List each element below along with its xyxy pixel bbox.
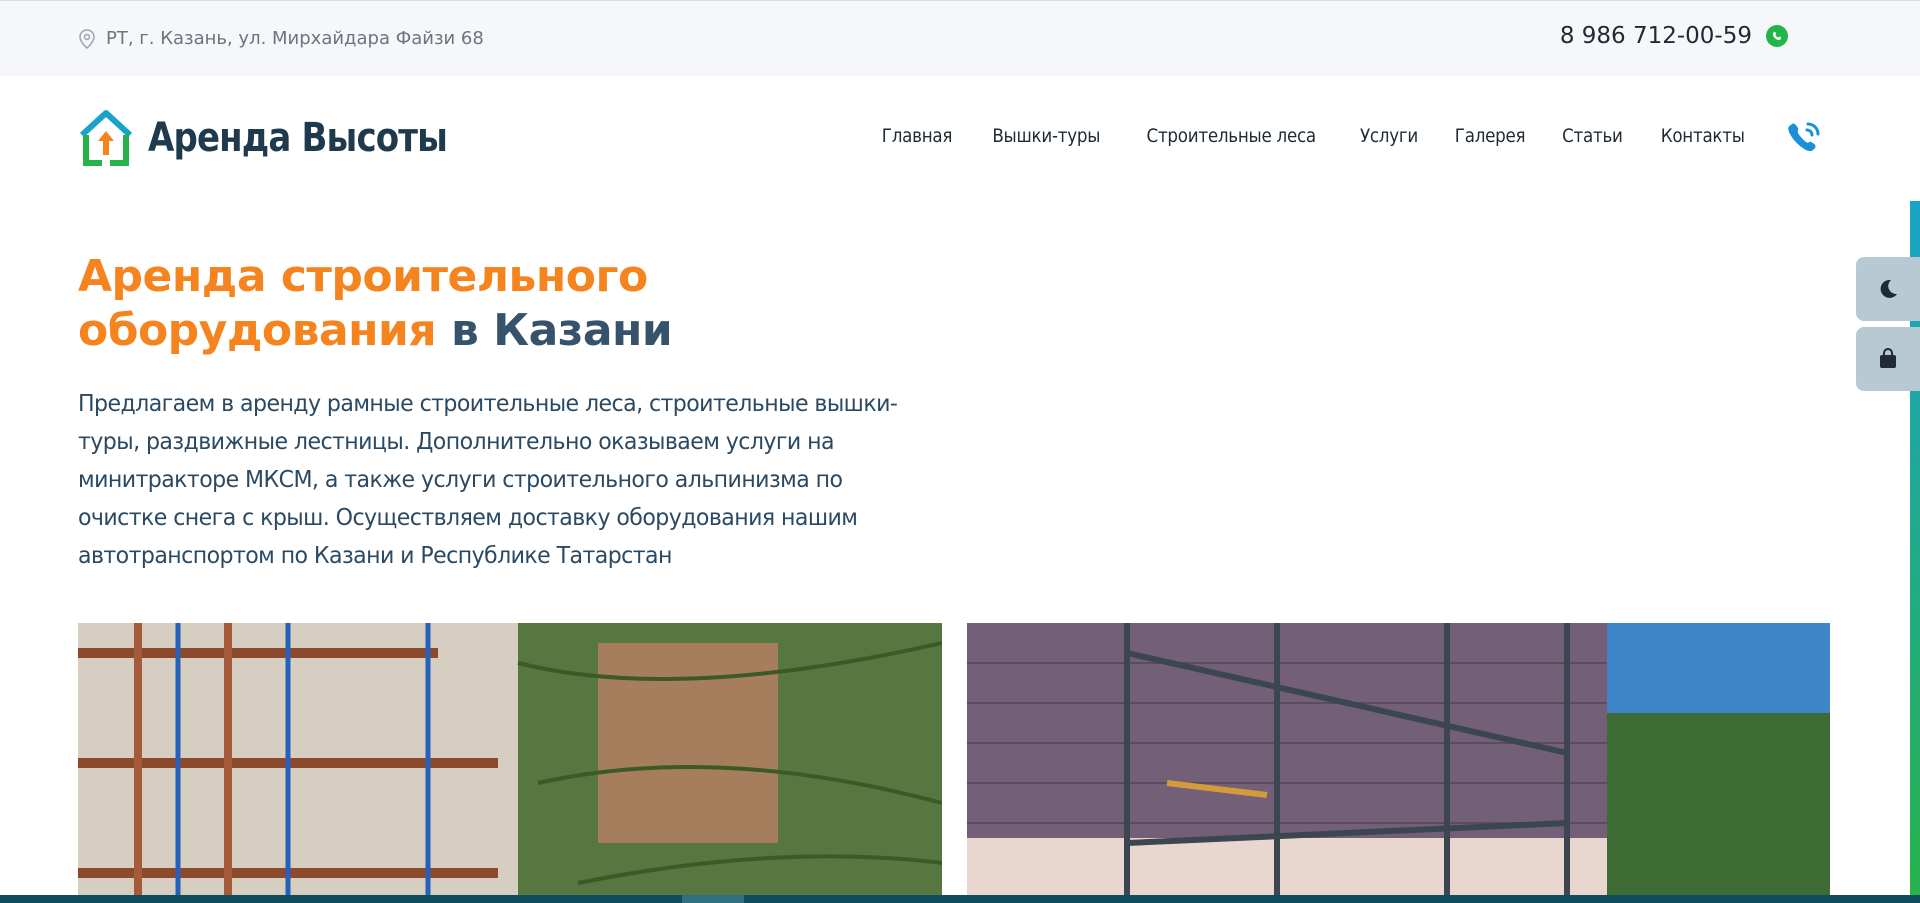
dark-mode-toggle[interactable] bbox=[1856, 257, 1920, 321]
address-text: РТ, г. Казань, ул. Мирхайдара Файзи 68 bbox=[106, 28, 484, 49]
nav-scaffolding[interactable]: Строительные леса bbox=[1147, 125, 1317, 147]
nav-gallery[interactable]: Галерея bbox=[1454, 125, 1525, 147]
hero-title: Аренда строительного оборудования в Каза… bbox=[78, 250, 673, 358]
roof-scaffolding-photo[interactable] bbox=[967, 623, 1830, 903]
hero-title-accent: оборудования bbox=[78, 305, 437, 356]
main-nav: Главная Вышки-туры Строительные леса Усл… bbox=[877, 125, 1750, 147]
moon-icon[interactable] bbox=[1877, 278, 1899, 300]
logo-text: Аренда Высоты bbox=[148, 115, 448, 161]
phone-number[interactable]: 8 986 712-00-59 bbox=[1560, 23, 1752, 49]
main-header: Аренда Высоты Главная Вышки-туры Строите… bbox=[0, 76, 1920, 201]
nav-articles[interactable]: Статьи bbox=[1562, 125, 1623, 147]
hero-description: Предлагаем в аренду рамные строительные … bbox=[78, 391, 898, 569]
nav-towers[interactable]: Вышки-туры bbox=[992, 125, 1100, 147]
address: РТ, г. Казань, ул. Мирхайдара Файзи 68 bbox=[78, 28, 484, 49]
scaffolding-photo[interactable] bbox=[78, 623, 942, 903]
bottom-bar bbox=[0, 895, 1920, 903]
phone-call-icon[interactable] bbox=[1784, 118, 1824, 163]
topbar: РТ, г. Казань, ул. Мирхайдара Файзи 68 8… bbox=[0, 0, 1920, 76]
whatsapp-icon[interactable] bbox=[1766, 25, 1788, 47]
shopping-bag-icon[interactable] bbox=[1877, 348, 1899, 370]
bottom-bar-highlight bbox=[682, 895, 744, 903]
hero-title-city: в Казани bbox=[436, 305, 673, 356]
top-phone[interactable]: 8 986 712-00-59 bbox=[1560, 23, 1788, 49]
hero-title-line1: Аренда строительного bbox=[78, 251, 648, 302]
logo[interactable]: Аренда Высоты bbox=[78, 109, 500, 167]
cart-button[interactable] bbox=[1856, 327, 1920, 391]
house-logo-icon bbox=[79, 110, 133, 166]
location-pin-icon bbox=[79, 28, 95, 49]
nav-home[interactable]: Главная bbox=[882, 125, 953, 147]
nav-services[interactable]: Услуги bbox=[1360, 125, 1418, 147]
nav-contacts[interactable]: Контакты bbox=[1660, 125, 1744, 147]
